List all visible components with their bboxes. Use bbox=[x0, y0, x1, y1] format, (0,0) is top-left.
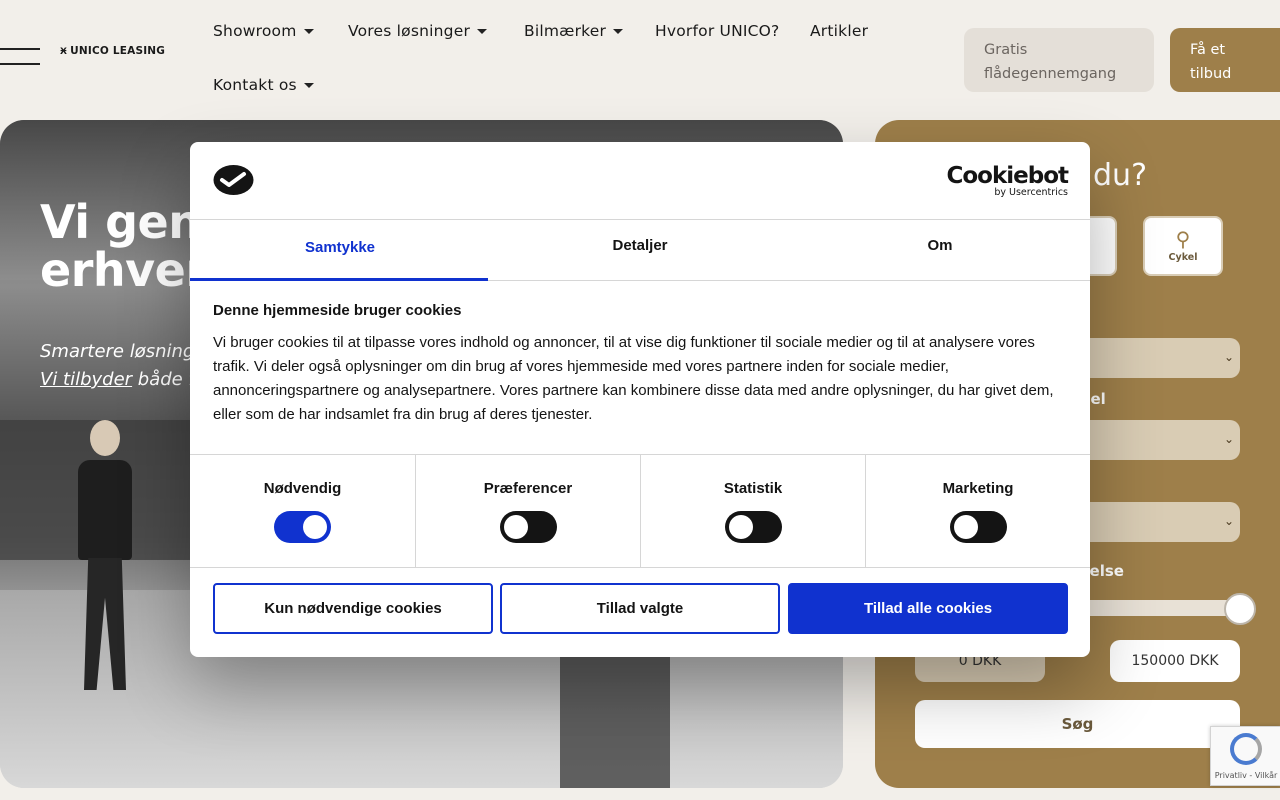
category-marketing: Marketing bbox=[865, 455, 1090, 568]
category-statistics: Statistik bbox=[640, 455, 865, 568]
fleet-review-button[interactable]: Gratis flådegennemgang bbox=[964, 28, 1154, 92]
nav-contact[interactable]: Kontakt os bbox=[213, 76, 314, 94]
dialog-body: Denne hjemmeside bruger cookies Vi bruge… bbox=[213, 302, 1068, 427]
chevron-down-icon bbox=[613, 29, 624, 34]
nav-articles[interactable]: Artikler bbox=[810, 22, 868, 40]
consent-categories: Nødvendig Præferencer Statistik Marketin… bbox=[190, 454, 1090, 568]
get-offer-button[interactable]: Få et tilbud bbox=[1170, 28, 1280, 92]
allow-selected-button[interactable]: Tillad valgte bbox=[500, 583, 780, 634]
marketing-toggle[interactable] bbox=[949, 511, 1007, 543]
dialog-tabs: Samtykke Detaljer Om bbox=[190, 220, 1090, 281]
category-necessary: Nødvendig bbox=[190, 455, 415, 568]
chevron-down-icon bbox=[303, 29, 314, 34]
site-header: Ӿ UNICO LEASING Showroom Vores løsninger … bbox=[0, 0, 1280, 120]
chevron-down-icon bbox=[303, 83, 314, 88]
chevron-down-icon: ⌄ bbox=[1223, 432, 1234, 446]
cookiebot-brand[interactable]: Cookiebot by Usercentrics bbox=[946, 164, 1069, 198]
chevron-down-icon: ⌄ bbox=[1223, 514, 1234, 528]
statistics-toggle[interactable] bbox=[724, 511, 782, 543]
tab-details[interactable]: Detaljer bbox=[490, 220, 790, 280]
hero-photo-person bbox=[60, 420, 150, 690]
bicycle-icon: ⚲ bbox=[1175, 227, 1191, 251]
logo-mark-icon: Ӿ bbox=[60, 47, 68, 57]
dialog-heading: Denne hjemmeside bruger cookies bbox=[213, 302, 462, 319]
cookiebot-logo-icon bbox=[213, 165, 254, 195]
dialog-text: Vi bruger cookies til at tilpasse vores … bbox=[213, 334, 1054, 423]
vehicle-type-bicycle[interactable]: ⚲ Cykel bbox=[1143, 216, 1223, 276]
menu-icon[interactable] bbox=[0, 48, 40, 68]
tab-consent[interactable]: Samtykke bbox=[190, 220, 490, 281]
hero-subtitle: Smartere løsning Vi tilbyder både f bbox=[40, 341, 195, 390]
nav-brands[interactable]: Bilmærker bbox=[524, 22, 624, 40]
search-button[interactable]: Søg bbox=[915, 700, 1240, 748]
price-slider-handle[interactable] bbox=[1224, 593, 1256, 625]
unico-logo[interactable]: Ӿ UNICO LEASING bbox=[60, 45, 165, 57]
nav-why-unico[interactable]: Hvorfor UNICO? bbox=[655, 22, 779, 40]
dialog-header: Cookiebot by Usercentrics bbox=[190, 142, 1090, 220]
only-necessary-button[interactable]: Kun nødvendige cookies bbox=[213, 583, 493, 634]
recaptcha-icon bbox=[1230, 733, 1262, 765]
price-max-field[interactable]: 150000 DKK bbox=[1110, 640, 1240, 682]
cookie-consent-dialog: Cookiebot by Usercentrics Samtykke Detal… bbox=[190, 142, 1090, 657]
chevron-down-icon bbox=[477, 29, 488, 34]
hero-title: Vi gen erhver bbox=[40, 195, 208, 297]
nav-showroom[interactable]: Showroom bbox=[213, 22, 314, 40]
hero-link[interactable]: Vi tilbyder bbox=[40, 369, 132, 390]
tab-about[interactable]: Om bbox=[790, 220, 1090, 280]
nav-solutions[interactable]: Vores løsninger bbox=[348, 22, 488, 40]
category-preferences: Præferencer bbox=[415, 455, 640, 568]
chevron-down-icon: ⌄ bbox=[1223, 350, 1234, 364]
preferences-toggle[interactable] bbox=[499, 511, 557, 543]
necessary-toggle[interactable] bbox=[274, 511, 331, 543]
allow-all-button[interactable]: Tillad alle cookies bbox=[788, 583, 1068, 634]
recaptcha-badge[interactable]: Privatliv - Vilkår bbox=[1210, 726, 1280, 786]
